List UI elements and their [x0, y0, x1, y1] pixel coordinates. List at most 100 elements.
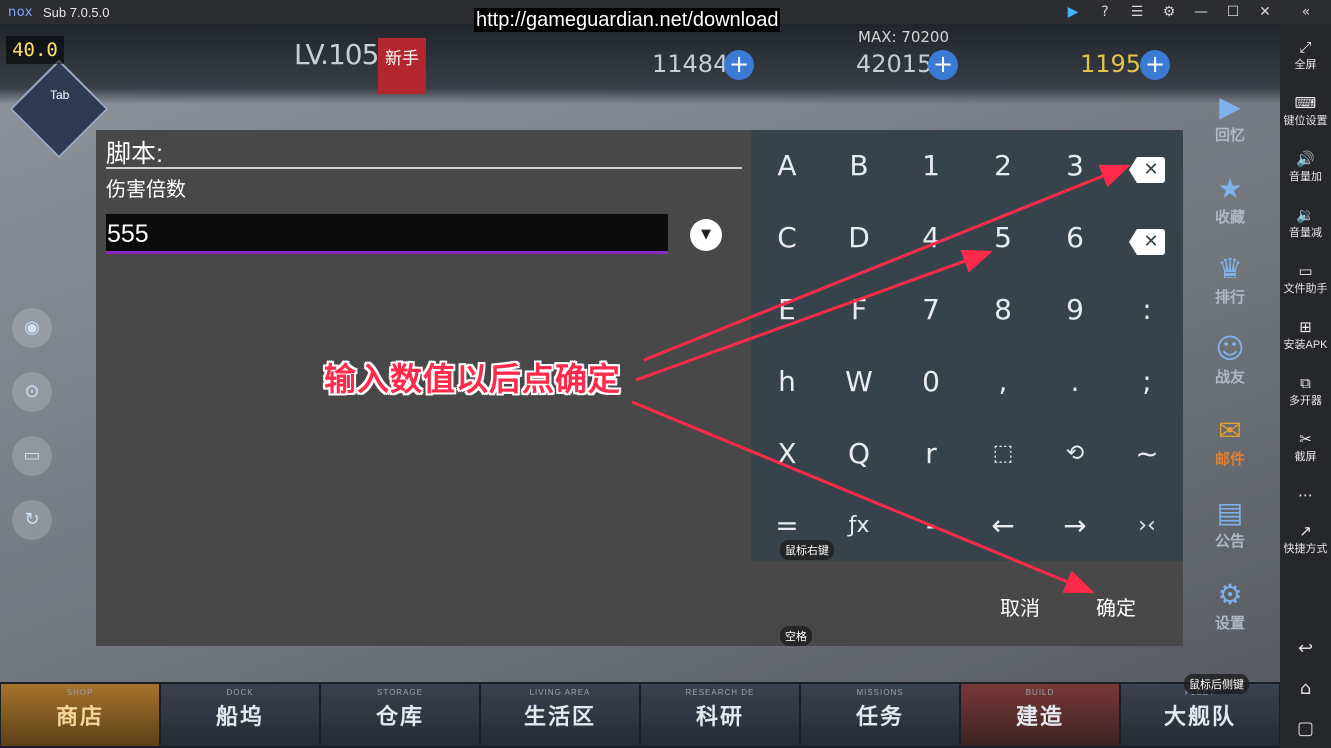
- volume-down-icon: 🔉: [1296, 206, 1315, 224]
- add-coin-button[interactable]: +: [928, 50, 958, 80]
- key-b[interactable]: B: [823, 130, 895, 202]
- key-semicolon[interactable]: ;: [1111, 346, 1183, 418]
- trophy-icon: ♛: [1217, 252, 1243, 285]
- sidebar-item-keymap[interactable]: ⌨ 键位设置: [1280, 94, 1331, 128]
- back-icon[interactable]: ↩: [1280, 638, 1331, 659]
- fullscreen-icon: ⤢: [1299, 38, 1312, 56]
- key-comma[interactable]: ,: [967, 346, 1039, 418]
- scissors-icon: ✂: [1299, 430, 1312, 448]
- key-0[interactable]: 0: [895, 346, 967, 418]
- cancel-button[interactable]: 取消: [1000, 592, 1040, 621]
- key-7[interactable]: 7: [895, 274, 967, 346]
- sidebar-item-shortcut[interactable]: ↗ 快捷方式: [1280, 522, 1331, 556]
- key-r[interactable]: r: [895, 418, 967, 490]
- hint-right-click: 鼠标右键: [780, 540, 834, 560]
- close-icon[interactable]: ✕: [1249, 0, 1281, 24]
- add-gem-button[interactable]: +: [1140, 50, 1170, 80]
- nav-missions[interactable]: MISSIONS 任务: [801, 684, 959, 746]
- camera-icon[interactable]: ⊙: [12, 372, 52, 412]
- volume-up-icon: 🔊: [1296, 150, 1315, 168]
- key-5[interactable]: 5: [967, 202, 1039, 274]
- key-1[interactable]: 1: [895, 130, 967, 202]
- history-icon[interactable]: ⟲: [1039, 418, 1111, 490]
- key-3[interactable]: 3: [1039, 130, 1111, 202]
- sidebar-item-install-apk[interactable]: ⊞ 安装APK: [1280, 318, 1331, 352]
- nav-shop[interactable]: SHOP 商店: [1, 684, 159, 746]
- settings-icon[interactable]: ⚙: [1153, 0, 1185, 24]
- sidebar-item-screenshot[interactable]: ✂ 截屏: [1280, 430, 1331, 464]
- hint-mouse-side: 鼠标后侧键: [1184, 674, 1249, 694]
- minimize-icon[interactable]: —: [1185, 0, 1217, 24]
- key-4[interactable]: 4: [895, 202, 967, 274]
- sidebar-item-fullscreen[interactable]: ⤢ 全屏: [1280, 38, 1331, 72]
- key-6[interactable]: 6: [1039, 202, 1111, 274]
- key-tilde[interactable]: ~: [1111, 418, 1183, 490]
- menu-friends[interactable]: ☺ 战友: [1204, 332, 1256, 387]
- hide-ui-icon[interactable]: ▭: [12, 436, 52, 476]
- menu-icon[interactable]: ☰: [1121, 0, 1153, 24]
- menu-mail[interactable]: ✉ 邮件: [1204, 414, 1256, 469]
- sidebar-item-volume-down[interactable]: 🔉 音量减: [1280, 206, 1331, 240]
- sidebar-item-file-helper[interactable]: ▭ 文件助手: [1280, 262, 1331, 296]
- shortcut-icon: ↗: [1299, 522, 1312, 540]
- help-icon[interactable]: ?: [1089, 0, 1121, 24]
- hint-space: 空格: [780, 626, 812, 646]
- key-e[interactable]: E: [751, 274, 823, 346]
- menu-collection[interactable]: ★ 收藏: [1204, 172, 1256, 227]
- bottom-navigation: SHOP 商店 DOCK 船坞 STORAGE 仓库 LIVING AREA 生活区 R…: [0, 682, 1280, 748]
- key-colon[interactable]: :: [1111, 274, 1183, 346]
- backspace-key[interactable]: ✕: [1111, 130, 1183, 202]
- key-a[interactable]: A: [751, 130, 823, 202]
- confirm-button[interactable]: 确定: [1096, 592, 1136, 621]
- menu-ranking[interactable]: ♛ 排行: [1204, 252, 1256, 307]
- nox-logo: nox: [8, 4, 33, 20]
- nav-build[interactable]: BUILD 建造: [961, 684, 1119, 746]
- value-input[interactable]: 555: [106, 214, 668, 254]
- player-level: LV.105: [294, 38, 379, 71]
- arrow-right-icon[interactable]: →: [1039, 490, 1111, 562]
- sidebar-item-more[interactable]: ⋯: [1280, 486, 1331, 504]
- select-all-icon[interactable]: ⬚: [967, 418, 1039, 490]
- maximize-icon[interactable]: ☐: [1217, 0, 1249, 24]
- menu-notice[interactable]: ▤ 公告: [1204, 496, 1256, 551]
- key-h[interactable]: h: [751, 346, 823, 418]
- key-w[interactable]: W: [823, 346, 895, 418]
- arrow-left-icon[interactable]: ←: [967, 490, 1039, 562]
- play-icon[interactable]: ▶: [1057, 0, 1089, 24]
- emulator-sidebar: ⤢ 全屏 ⌨ 键位设置 🔊 音量加 🔉 音量减 ▭ 文件助手 ⊞ 安装APK ⧉ 多开器 ✂ 截…: [1280, 24, 1331, 748]
- nav-storage[interactable]: STORAGE 仓库: [321, 684, 479, 746]
- key-q[interactable]: Q: [823, 418, 895, 490]
- tab-label: Tab: [50, 88, 70, 102]
- menu-settings[interactable]: ⚙ 设置: [1204, 578, 1256, 633]
- refresh-icon[interactable]: ↻: [12, 500, 52, 540]
- collapse-icon[interactable]: «: [1281, 0, 1331, 24]
- key-f[interactable]: F: [823, 274, 895, 346]
- key-d[interactable]: D: [823, 202, 895, 274]
- nav-dock[interactable]: DOCK 船坞: [161, 684, 319, 746]
- key-c[interactable]: C: [751, 202, 823, 274]
- multi-instance-icon: ⧉: [1300, 374, 1311, 392]
- nav-research[interactable]: RESEARCH DE 科研: [641, 684, 799, 746]
- dropdown-icon[interactable]: ▼: [690, 219, 722, 251]
- max-capacity: MAX: 70200: [858, 28, 950, 46]
- recent-apps-icon[interactable]: ▢: [1280, 718, 1331, 739]
- sidebar-item-volume-up[interactable]: 🔊 音量加: [1280, 150, 1331, 184]
- keypad: A B 1 2 3 ✕ C D 4 5 6 ✕ E F 7 8 9 : h W …: [751, 130, 1183, 561]
- home-icon[interactable]: ⌂: [1280, 678, 1331, 699]
- add-oil-button[interactable]: +: [724, 50, 754, 80]
- key-period[interactable]: .: [1039, 346, 1111, 418]
- sidebar-item-multi-instance[interactable]: ⧉ 多开器: [1280, 374, 1331, 408]
- key-9[interactable]: 9: [1039, 274, 1111, 346]
- menu-memories[interactable]: ▶ 回忆: [1204, 90, 1256, 145]
- key-8[interactable]: 8: [967, 274, 1039, 346]
- key-x[interactable]: X: [751, 418, 823, 490]
- friends-icon: ☺: [1215, 332, 1245, 365]
- key-2[interactable]: 2: [967, 130, 1039, 202]
- eye-icon[interactable]: ◉: [12, 308, 52, 348]
- clear-key[interactable]: ✕: [1111, 202, 1183, 274]
- collapse-keypad-icon[interactable]: ›‹: [1111, 490, 1183, 562]
- nav-living-area[interactable]: LIVING AREA 生活区: [481, 684, 639, 746]
- notice-icon: ▤: [1216, 496, 1244, 529]
- key-minus[interactable]: -: [895, 490, 967, 562]
- window-title: Sub 7.0.5.0: [43, 4, 110, 20]
